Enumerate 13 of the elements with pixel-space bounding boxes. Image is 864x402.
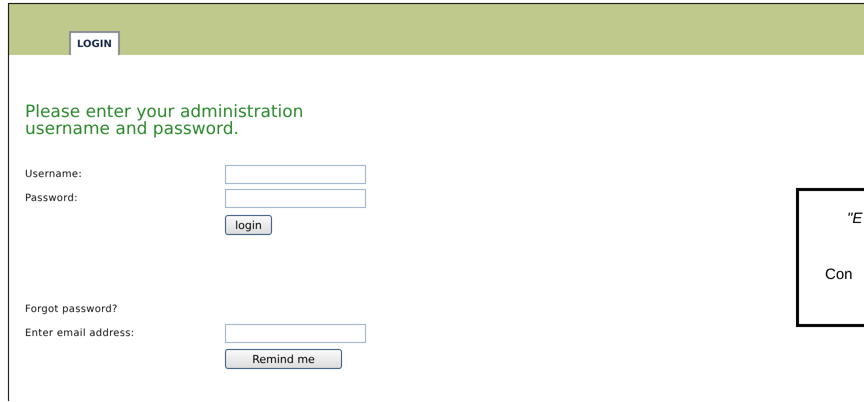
side-text: "E [847,210,862,227]
login-tab[interactable]: LOGIN [69,31,120,55]
login-button[interactable]: login [225,215,272,235]
login-heading: Please enter your administration username and password. [25,104,304,138]
side-text: Con [825,266,853,283]
input-field[interactable] [225,164,366,184]
email-field[interactable] [225,324,366,342]
field-label: Password: [25,192,79,204]
field-label: Username: [25,168,84,180]
field-label: Enter email address: [25,328,136,338]
remind-button[interactable]: Remind me [225,349,342,369]
input-field[interactable] [225,188,366,208]
forgot-password-text: Forgot password? [25,302,119,316]
